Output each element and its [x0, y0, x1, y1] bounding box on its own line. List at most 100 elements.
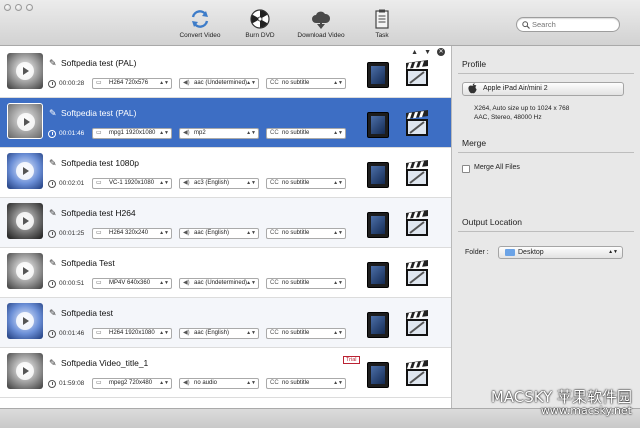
subtitle-value: no subtitle: [282, 380, 310, 386]
video-track-select[interactable]: ▭ H264 320x240 ▲▼: [92, 228, 172, 239]
convert-icon: [191, 10, 209, 28]
video-edit-icon[interactable]: [404, 60, 430, 88]
subtitle-select[interactable]: CC no subtitle ▲▼: [266, 328, 346, 339]
video-track-select[interactable]: ▭ H264 1920x1080 ▲▼: [92, 328, 172, 339]
speaker-icon: ◀): [183, 180, 190, 186]
profile-select-button[interactable]: Apple iPad Air/mini 2: [462, 82, 624, 96]
download-video-button[interactable]: Download Video: [286, 8, 356, 39]
subtitle-value: no subtitle: [282, 130, 310, 136]
video-track-value: mpeg2 720x480: [109, 380, 153, 386]
subtitle-select[interactable]: CC no subtitle ▲▼: [266, 78, 346, 89]
file-row[interactable]: ✎ Softpedia Test 00:00:51 ▭ MP4V 640x360 ▲▼ ◀)…: [0, 248, 451, 298]
video-edit-icon[interactable]: [404, 210, 430, 238]
profile-value: Apple iPad Air/mini 2: [483, 85, 548, 92]
video-thumbnail[interactable]: [7, 153, 43, 189]
download-video-label: Download Video: [297, 32, 345, 39]
ipad-device-icon[interactable]: [367, 212, 389, 238]
audio-track-select[interactable]: ◀) aac (Undetermined) ▲▼: [179, 278, 259, 289]
file-title[interactable]: Softpedia test 1080p: [61, 158, 139, 168]
divider: [458, 152, 634, 153]
remove-icon[interactable]: ✕: [437, 48, 445, 56]
cc-icon: CC: [270, 130, 279, 136]
merge-all-checkbox[interactable]: [462, 165, 470, 173]
edit-pencil-icon[interactable]: ✎: [49, 108, 57, 119]
file-title[interactable]: Softpedia test: [61, 308, 113, 318]
play-icon: [16, 162, 34, 180]
subtitle-select[interactable]: CC no subtitle ▲▼: [266, 128, 346, 139]
file-title[interactable]: Softpedia test (PAL): [61, 108, 136, 118]
updown-arrows-icon: ▲▼: [333, 230, 343, 236]
audio-track-select[interactable]: ◀) aac (English) ▲▼: [179, 228, 259, 239]
clock-icon: [48, 180, 56, 188]
updown-arrows-icon: ▲▼: [246, 330, 256, 336]
move-down-icon[interactable]: ▼: [424, 49, 431, 56]
audio-track-select[interactable]: ◀) mp2 ▲▼: [179, 128, 259, 139]
divider: [458, 231, 634, 232]
file-row[interactable]: ✎ Softpedia test H264 00:01:25 ▭ H264 320x24…: [0, 198, 451, 248]
video-thumbnail[interactable]: [7, 53, 43, 89]
edit-pencil-icon[interactable]: ✎: [49, 58, 57, 69]
video-track-value: H264 720x576: [109, 80, 149, 86]
edit-pencil-icon[interactable]: ✎: [49, 358, 57, 369]
edit-pencil-icon[interactable]: ✎: [49, 158, 57, 169]
video-track-select[interactable]: ▭ H264 720x576 ▲▼: [92, 78, 172, 89]
ipad-device-icon[interactable]: [367, 62, 389, 88]
file-title[interactable]: Softpedia test H264: [61, 208, 136, 218]
updown-arrows-icon: ▲▼: [246, 230, 256, 236]
file-title[interactable]: Softpedia test (PAL): [61, 58, 136, 68]
file-row[interactable]: ✎ Softpedia Video_title_1 Trial 01:59:08 ▭ mp…: [0, 348, 451, 398]
video-track-select[interactable]: ▭ MP4V 640x360 ▲▼: [92, 278, 172, 289]
ipad-device-icon[interactable]: [367, 262, 389, 288]
edit-pencil-icon[interactable]: ✎: [49, 258, 57, 269]
search-field[interactable]: [516, 17, 620, 32]
audio-track-select[interactable]: ◀) ac3 (English) ▲▼: [179, 178, 259, 189]
task-button[interactable]: Task: [347, 8, 417, 39]
video-edit-icon[interactable]: [404, 260, 430, 288]
ipad-device-icon[interactable]: [367, 112, 389, 138]
ipad-device-icon[interactable]: [367, 312, 389, 338]
ipad-device-icon[interactable]: [367, 162, 389, 188]
video-edit-icon[interactable]: [404, 160, 430, 188]
video-edit-icon[interactable]: [404, 110, 430, 138]
edit-pencil-icon[interactable]: ✎: [49, 308, 57, 319]
subtitle-select[interactable]: CC no subtitle ▲▼: [266, 228, 346, 239]
move-up-icon[interactable]: ▲: [411, 49, 418, 56]
file-row[interactable]: ✎ Softpedia test (PAL) 00:00:28 ▭ H264 720x5…: [0, 48, 451, 98]
file-title[interactable]: Softpedia Video_title_1: [61, 358, 148, 368]
cc-icon: CC: [270, 330, 279, 336]
video-thumbnail[interactable]: [7, 303, 43, 339]
speaker-icon: ◀): [183, 230, 190, 236]
file-row[interactable]: ✎ Softpedia test 00:01:46 ▭ H264 1920x1080 ▲▼…: [0, 298, 451, 348]
file-row[interactable]: ✎ Softpedia test (PAL) 00:01:46 ▭ mpg1 1920x…: [0, 98, 451, 148]
speaker-icon: ◀): [183, 380, 190, 386]
burn-dvd-button[interactable]: Burn DVD: [225, 8, 295, 39]
video-thumbnail[interactable]: [7, 253, 43, 289]
search-input[interactable]: [532, 19, 616, 30]
file-duration: 01:59:08: [59, 380, 85, 387]
video-thumbnail[interactable]: [7, 103, 43, 139]
video-edit-icon[interactable]: [404, 310, 430, 338]
audio-track-select[interactable]: ◀) aac (Undetermined) ▲▼: [179, 78, 259, 89]
close-window-button[interactable]: [4, 4, 11, 11]
ipad-device-icon[interactable]: [367, 362, 389, 388]
film-icon: ▭: [96, 280, 102, 286]
video-thumbnail[interactable]: [7, 353, 43, 389]
subtitle-select[interactable]: CC no subtitle ▲▼: [266, 378, 346, 389]
audio-track-select[interactable]: ◀) no audio ▲▼: [179, 378, 259, 389]
video-track-select[interactable]: ▭ mpeg2 720x480 ▲▼: [92, 378, 172, 389]
edit-pencil-icon[interactable]: ✎: [49, 208, 57, 219]
subtitle-select[interactable]: CC no subtitle ▲▼: [266, 278, 346, 289]
zoom-window-button[interactable]: [26, 4, 33, 11]
updown-arrows-icon: ▲▼: [159, 180, 169, 186]
audio-track-select[interactable]: ◀) aac (English) ▲▼: [179, 328, 259, 339]
file-row[interactable]: ✎ Softpedia test 1080p 00:02:01 ▭ VC-1 1920x…: [0, 148, 451, 198]
folder-select[interactable]: Desktop ▲▼: [498, 246, 623, 259]
video-thumbnail[interactable]: [7, 203, 43, 239]
subtitle-select[interactable]: CC no subtitle ▲▼: [266, 178, 346, 189]
video-track-select[interactable]: ▭ VC-1 1920x1080 ▲▼: [92, 178, 172, 189]
minimize-window-button[interactable]: [15, 4, 22, 11]
file-title[interactable]: Softpedia Test: [61, 258, 115, 268]
video-edit-icon[interactable]: [404, 360, 430, 388]
video-track-select[interactable]: ▭ mpg1 1920x1080 ▲▼: [92, 128, 172, 139]
file-duration: 00:02:01: [59, 180, 85, 187]
